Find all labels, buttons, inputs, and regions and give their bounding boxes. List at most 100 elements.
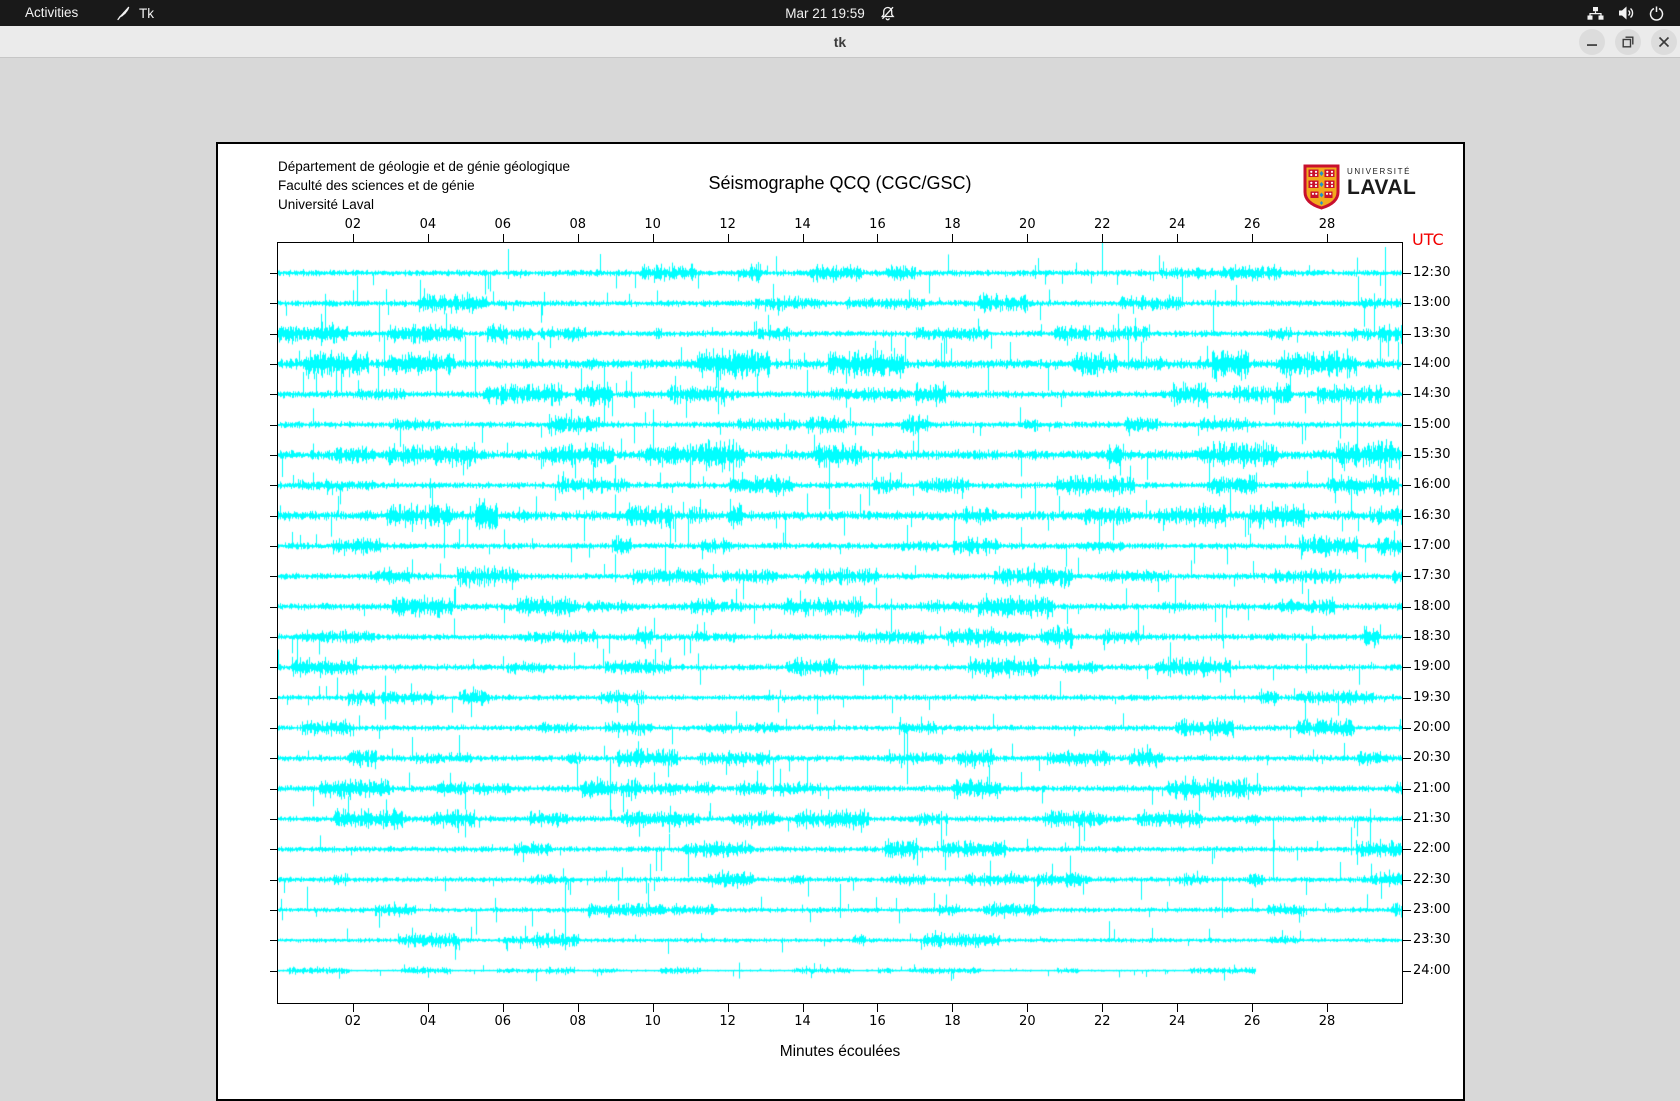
x-tick-bottom bbox=[1177, 1004, 1179, 1012]
x-tick-top bbox=[727, 234, 729, 242]
x-tick-label-bottom: 26 bbox=[1243, 1014, 1261, 1029]
x-tick-label-top: 20 bbox=[1019, 217, 1036, 232]
x-tick-label-bottom: 16 bbox=[869, 1014, 886, 1029]
x-tick-label-top: 02 bbox=[344, 217, 362, 232]
x-tick-bottom bbox=[577, 1004, 579, 1012]
x-tick-top bbox=[1252, 234, 1254, 242]
org-line-3: Université Laval bbox=[278, 197, 375, 212]
row-time-label: 13:30 bbox=[1413, 325, 1451, 341]
x-tick-bottom bbox=[1327, 1004, 1329, 1012]
row-time-label: 23:30 bbox=[1413, 932, 1451, 948]
row-time-label: 20:00 bbox=[1413, 719, 1451, 735]
x-tick-top bbox=[577, 234, 579, 242]
x-tick-bottom bbox=[877, 1004, 879, 1012]
row-time-label: 18:30 bbox=[1413, 628, 1451, 644]
row-tick-left bbox=[270, 909, 277, 911]
row-tick-right bbox=[1403, 667, 1411, 669]
row-time-label: 17:30 bbox=[1413, 568, 1451, 584]
x-tick-label-top: 08 bbox=[569, 217, 586, 232]
minimize-button[interactable] bbox=[1579, 29, 1605, 55]
row-tick-right bbox=[1403, 485, 1411, 487]
volume-icon bbox=[1618, 6, 1635, 20]
row-tick-right bbox=[1403, 394, 1411, 396]
row-time-label: 16:00 bbox=[1413, 477, 1451, 493]
row-tick-left bbox=[270, 940, 277, 942]
x-tick-bottom bbox=[652, 1004, 654, 1012]
row-tick-right bbox=[1403, 727, 1411, 729]
window-titlebar[interactable]: tk bbox=[0, 26, 1680, 58]
row-time-label: 18:00 bbox=[1413, 598, 1451, 614]
row-tick-left bbox=[270, 788, 277, 790]
row-tick-right bbox=[1403, 303, 1411, 305]
tk-window-content: Département de géologie et de génie géol… bbox=[0, 58, 1680, 1101]
x-tick-top bbox=[652, 234, 654, 242]
x-tick-label-bottom: 22 bbox=[1093, 1014, 1111, 1029]
x-tick-top bbox=[952, 234, 954, 242]
seismogram-trace-canvas bbox=[278, 243, 1402, 1003]
row-tick-right bbox=[1403, 909, 1411, 911]
x-tick-bottom bbox=[352, 1004, 354, 1012]
seismograph-canvas: Département de géologie et de génie géol… bbox=[216, 142, 1465, 1101]
row-time-label: 23:00 bbox=[1413, 901, 1451, 917]
x-tick-top bbox=[427, 234, 429, 242]
x-tick-top bbox=[1102, 234, 1104, 242]
x-tick-label-bottom: 02 bbox=[344, 1014, 362, 1029]
row-tick-right bbox=[1403, 879, 1411, 881]
maximize-button[interactable] bbox=[1615, 29, 1641, 55]
row-time-label: 20:30 bbox=[1413, 750, 1451, 766]
row-tick-right bbox=[1403, 363, 1411, 365]
laval-shield-icon bbox=[1303, 164, 1340, 210]
row-tick-left bbox=[270, 273, 277, 274]
utc-axis-title: UTC bbox=[1412, 230, 1444, 249]
row-time-label: 19:00 bbox=[1413, 659, 1451, 675]
x-tick-top bbox=[352, 234, 354, 242]
clock-menu[interactable]: Mar 21 19:59 bbox=[785, 0, 895, 26]
row-tick-right bbox=[1403, 788, 1411, 790]
x-tick-bottom bbox=[1102, 1004, 1104, 1012]
x-tick-label-top: 24 bbox=[1168, 217, 1186, 232]
x-tick-bottom bbox=[727, 1004, 729, 1012]
row-tick-right bbox=[1403, 515, 1411, 517]
activities-button[interactable]: Activities bbox=[25, 0, 78, 26]
clock-label: Mar 21 19:59 bbox=[785, 5, 865, 21]
x-tick-bottom bbox=[952, 1004, 954, 1012]
row-time-label: 12:30 bbox=[1413, 265, 1451, 280]
universite-laval-logo: UNIVERSITÉ LAVAL bbox=[1303, 164, 1416, 210]
x-tick-bottom bbox=[502, 1004, 504, 1012]
row-time-label: 16:30 bbox=[1413, 507, 1451, 523]
row-tick-right bbox=[1403, 545, 1411, 547]
row-time-label: 14:00 bbox=[1413, 355, 1451, 371]
row-tick-left bbox=[270, 818, 277, 820]
x-tick-top bbox=[802, 234, 804, 242]
row-tick-right bbox=[1403, 758, 1411, 760]
x-tick-top bbox=[1327, 234, 1329, 242]
row-tick-left bbox=[270, 879, 277, 881]
row-tick-left bbox=[270, 849, 277, 851]
row-tick-right bbox=[1403, 606, 1411, 608]
row-time-label: 21:00 bbox=[1413, 780, 1451, 796]
row-tick-left bbox=[270, 303, 277, 305]
row-tick-left bbox=[270, 727, 277, 729]
x-tick-label-bottom: 20 bbox=[1019, 1014, 1036, 1029]
system-status-area[interactable] bbox=[1587, 0, 1664, 26]
row-time-label: 19:30 bbox=[1413, 689, 1451, 705]
x-tick-bottom bbox=[1252, 1004, 1254, 1012]
row-tick-right bbox=[1403, 333, 1411, 335]
x-tick-top bbox=[877, 234, 879, 242]
row-tick-left bbox=[270, 485, 277, 487]
row-tick-left bbox=[270, 758, 277, 760]
row-tick-right bbox=[1403, 940, 1411, 942]
close-button[interactable] bbox=[1651, 29, 1677, 55]
x-tick-label-top: 18 bbox=[944, 217, 961, 232]
logo-text-laval: LAVAL bbox=[1347, 176, 1417, 199]
row-tick-left bbox=[270, 515, 277, 517]
plot-title: Séismographe QCQ (CGC/GSC) bbox=[708, 173, 972, 193]
focused-app-indicator[interactable]: Tk bbox=[116, 0, 154, 26]
x-tick-label-top: 12 bbox=[719, 217, 736, 232]
row-time-label: 14:30 bbox=[1413, 386, 1451, 402]
x-tick-label-top: 16 bbox=[869, 217, 886, 232]
row-tick-right bbox=[1403, 636, 1411, 638]
row-tick-left bbox=[270, 576, 277, 578]
row-tick-right bbox=[1403, 454, 1411, 456]
row-time-label: 15:00 bbox=[1413, 416, 1451, 432]
